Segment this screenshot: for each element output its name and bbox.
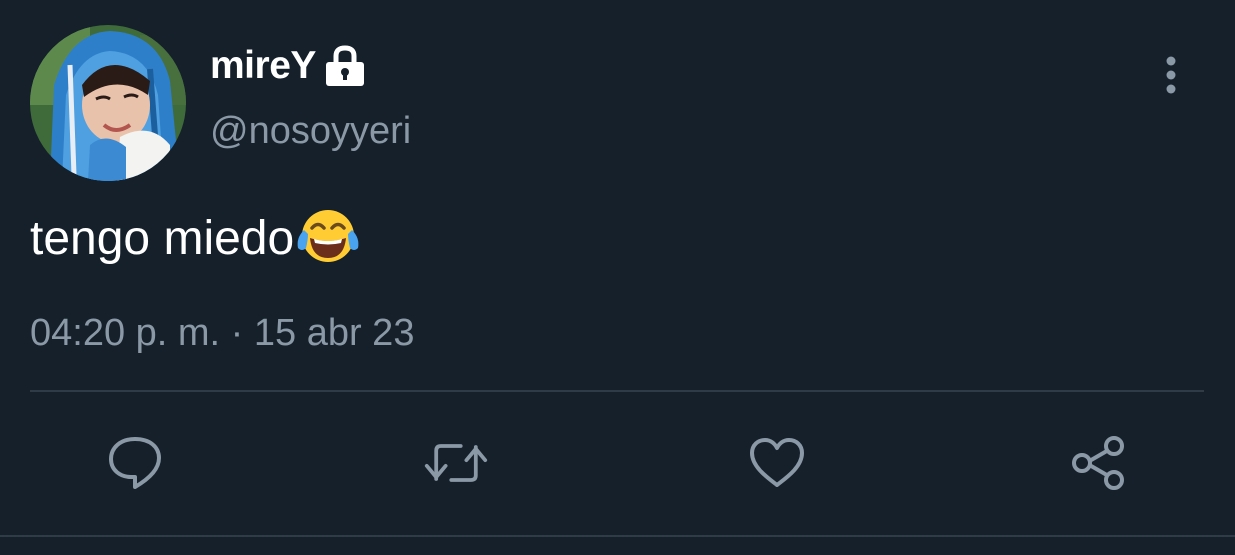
retweet-button[interactable] (423, 430, 489, 496)
reply-button[interactable] (102, 430, 168, 496)
more-vertical-icon (1166, 56, 1176, 94)
bottom-divider (0, 535, 1235, 537)
more-options-button[interactable] (1148, 52, 1194, 98)
user-handle[interactable]: @nosoyyeri (210, 110, 411, 153)
like-button[interactable] (744, 430, 810, 496)
lock-icon (325, 45, 364, 86)
tweet-text: tengo miedo (30, 208, 360, 268)
display-name[interactable]: mireY (210, 44, 316, 88)
share-button[interactable] (1066, 430, 1132, 496)
tweet-text-content: tengo miedo (30, 211, 295, 265)
avatar-image (30, 25, 186, 181)
heart-icon (750, 438, 804, 487)
retweet-icon (424, 444, 488, 482)
avatar[interactable] (30, 25, 186, 181)
display-name-row[interactable]: mireY (210, 40, 366, 92)
reply-icon (109, 437, 161, 489)
face-with-tears-of-joy-icon (297, 210, 359, 262)
tweet-timestamp[interactable]: 04:20 p. m. · 15 abr 23 (30, 312, 414, 355)
share-icon (1072, 436, 1124, 490)
divider (30, 390, 1204, 392)
